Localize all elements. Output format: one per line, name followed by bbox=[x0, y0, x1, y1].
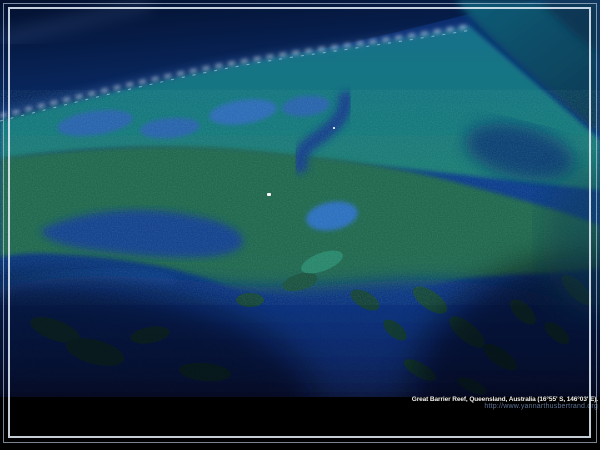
caption: Great Barrier Reef, Queensland, Australi… bbox=[412, 396, 598, 411]
small-boat bbox=[333, 127, 335, 129]
caption-url: http://www.yannarthusbertrand.org bbox=[412, 403, 598, 411]
wallpaper: Great Barrier Reef, Queensland, Australi… bbox=[0, 0, 600, 450]
caption-title: Great Barrier Reef, Queensland, Australi… bbox=[412, 396, 598, 403]
reef-aerial-photo bbox=[0, 0, 600, 450]
boat bbox=[267, 193, 271, 196]
